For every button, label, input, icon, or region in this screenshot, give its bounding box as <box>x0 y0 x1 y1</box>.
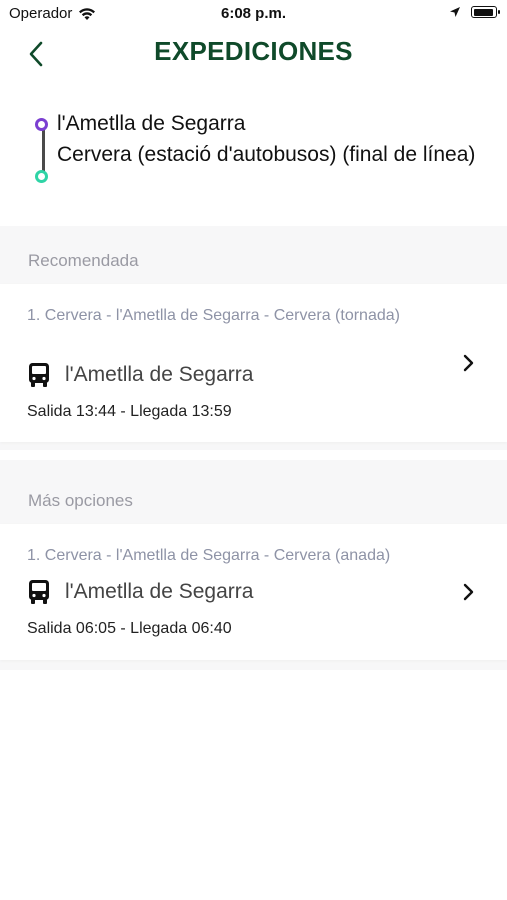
route-summary: l'Ametlla de Segarra Cervera (estació d'… <box>0 95 507 225</box>
origin-dot-icon <box>35 118 48 131</box>
section-label-more-options: Más opciones <box>28 491 133 510</box>
expedition-card-recommended[interactable]: 1. Cervera - l'Ametlla de Segarra - Cerv… <box>0 284 507 442</box>
location-arrow-icon <box>450 7 460 17</box>
status-time: 6:08 p.m. <box>220 5 287 22</box>
card-stop-row: l'Ametlla de Segarra <box>27 579 253 605</box>
page-title: EXPEDICIONES <box>154 36 353 66</box>
card-stop-name: l'Ametlla de Segarra <box>65 363 254 386</box>
card-times: Salida 06:05 - Llegada 06:40 <box>27 620 232 637</box>
card-stop-row: l'Ametlla de Segarra <box>27 362 253 388</box>
card-route-name: 1. Cervera - l'Ametlla de Segarra - Cerv… <box>27 307 400 324</box>
card-times: Salida 13:44 - Llegada 13:59 <box>27 403 232 420</box>
bus-icon <box>29 580 49 604</box>
route-origin: l'Ametlla de Segarra <box>57 112 246 135</box>
header: EXPEDICIONES <box>0 28 507 80</box>
battery-icon <box>471 6 500 18</box>
bus-icon <box>29 363 49 387</box>
expedition-card-more-options[interactable]: 1. Cervera - l'Ametlla de Segarra - Cerv… <box>0 524 507 660</box>
route-destination: Cervera (estació d'autobusos) (final de … <box>57 143 476 166</box>
chevron-right-icon <box>463 583 474 601</box>
card-stop-name: l'Ametlla de Segarra <box>65 580 254 603</box>
card-route-name: 1. Cervera - l'Ametlla de Segarra - Cerv… <box>27 547 391 564</box>
chevron-right-icon <box>463 354 474 372</box>
route-connector-line <box>42 127 45 175</box>
section-label-recommended: Recomendada <box>28 251 139 270</box>
status-bar: Operador 6:08 p.m. <box>0 0 507 28</box>
destination-dot-icon <box>35 170 48 183</box>
status-right <box>449 6 500 18</box>
